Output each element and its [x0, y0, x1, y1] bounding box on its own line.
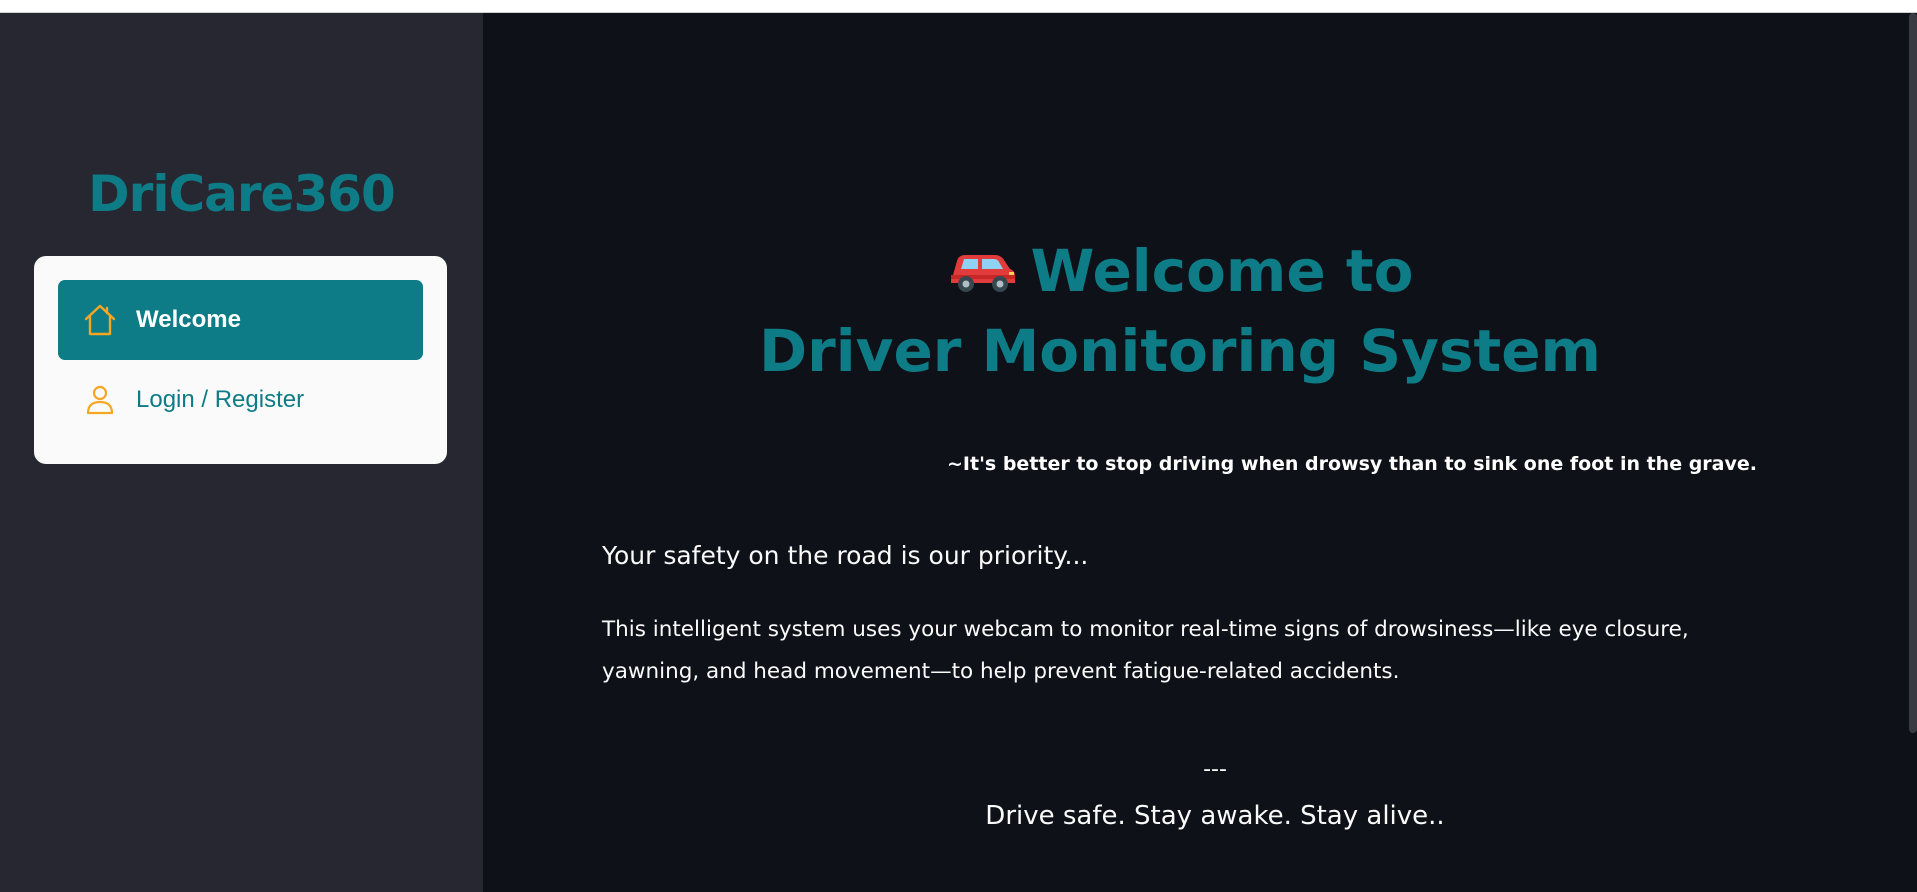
sidebar: DriCare360 Welcome Login / Register — [0, 13, 483, 892]
divider: --- — [1203, 757, 1227, 782]
priority-text: Your safety on the road is our priority.… — [602, 541, 1089, 570]
nav-item-label: Login / Register — [136, 386, 305, 413]
browser-top-strip — [0, 0, 1917, 13]
nav-item-login-register[interactable]: Login / Register — [58, 360, 423, 440]
nav-item-label: Welcome — [136, 306, 241, 333]
user-icon — [82, 382, 118, 418]
nav-menu: Welcome Login / Register — [34, 256, 447, 464]
closing-text: Drive safe. Stay awake. Stay alive.. — [985, 801, 1445, 831]
main-content: Welcome to Driver Monitoring System ~It'… — [483, 13, 1917, 892]
nav-item-welcome[interactable]: Welcome — [58, 280, 423, 360]
page-title-line-1: Welcome to — [1030, 237, 1414, 305]
home-icon — [82, 302, 118, 338]
page-title-line-2: Driver Monitoring System — [759, 317, 1601, 385]
description-text: This intelligent system uses your webcam… — [602, 617, 1689, 684]
quote-text: ~It's better to stop driving when drowsy… — [947, 453, 1757, 475]
app-root: DriCare360 Welcome Login / Register Welc… — [0, 13, 1917, 892]
page-title: Welcome to Driver Monitoring System — [483, 231, 1877, 391]
scrollbar[interactable] — [1909, 13, 1917, 733]
brand-title: DriCare360 — [88, 165, 396, 223]
car-icon — [947, 237, 1017, 293]
